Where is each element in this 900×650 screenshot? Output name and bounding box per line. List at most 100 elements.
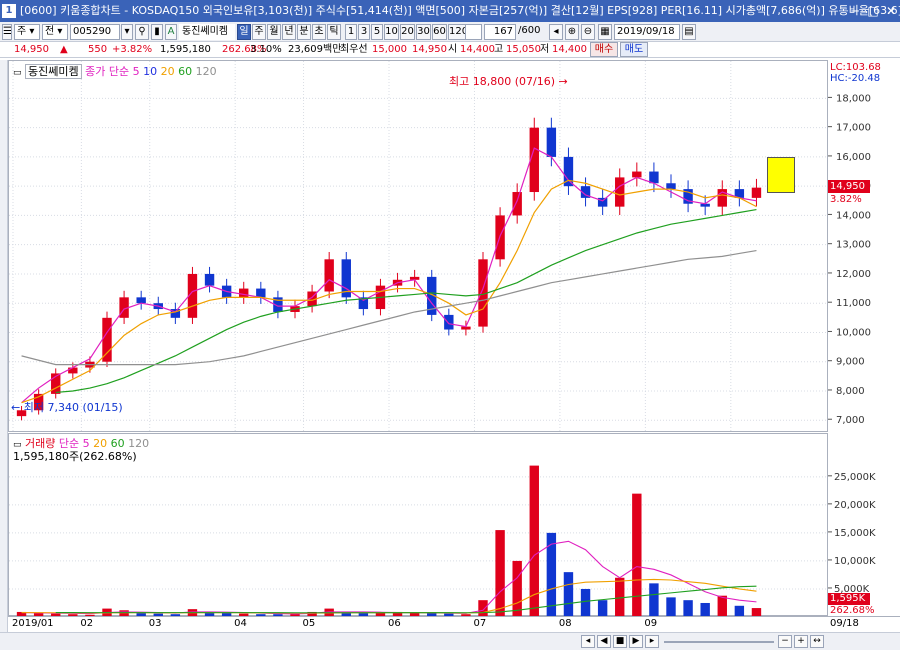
interval-button-1[interactable]: 1 [345,24,357,40]
period-button-5[interactable]: 초 [312,24,326,40]
trade-amount: 23,609백만 [288,44,342,55]
maximize-button[interactable]: □ [866,4,880,18]
ma-legend-10: 10 [143,65,158,78]
volume-chart-panel[interactable]: ▭ 거래량 단순 5 20 60 120 1,595,180주(262.68%) [8,433,829,617]
candle-body [666,183,676,190]
zoom-slider-track[interactable] [664,641,774,643]
zoom-out-icon[interactable]: ⊖ [581,24,595,40]
zoom-plus-icon[interactable]: + [794,635,808,648]
market-select-value: 주 [17,26,27,37]
interval-button-60[interactable]: 60 [432,24,447,40]
period-button-1[interactable]: 주 [252,24,266,40]
quote-row: 14,950 ▲ 550 +3.82% 1,595,180 262.68% 3.… [0,42,900,58]
period-button-4[interactable]: 분 [297,24,311,40]
interval-button-20[interactable]: 20 [400,24,415,40]
date-tick-label: 03 [148,618,162,629]
date-axis[interactable]: 2019/01 02 03 04 05 06 07 08 09 09/18 [8,616,900,632]
zoom-in-icon[interactable]: ⊕ [565,24,579,40]
scroll-left-icon[interactable]: ◂ [549,24,563,40]
stock-tag-icon[interactable]: A [165,24,177,40]
date-input[interactable]: 2019/09/18 [614,24,680,40]
volume-ma-line-20 [21,578,757,614]
buy-button[interactable]: 매수 [590,42,618,57]
legend-toggle-icon[interactable]: ▭ [13,68,22,78]
calendar-picker-icon[interactable]: ▤ [682,24,696,40]
date-tick-label: 05 [302,618,316,629]
interval-button-5[interactable]: 5 [371,24,383,40]
high-label: 고 [494,44,504,55]
volume-bar [666,597,676,617]
best-ask-label: 최우선 [340,44,368,55]
calendar-icon[interactable]: ▦ [598,24,612,40]
search-icon[interactable]: ⚲ [135,24,149,40]
zoom-minus-icon[interactable]: − [778,635,792,648]
ma-legend-120: 120 [195,65,217,78]
candle-body [68,367,78,374]
window-titlebar[interactable]: 1 [0600] 키움종합차트 - KOSDAQ150 외국인보유[3,103(… [0,0,900,22]
volume-bar [495,530,505,617]
period-button-6[interactable]: 틱 [327,24,341,40]
high-annotation: 최고 18,800 (07/16) → [449,75,568,88]
right-price-axis[interactable]: 7,000 8,000 9,000 10,000 11,000 12,000 13,000 1… [828,60,900,616]
candle-body [512,192,522,216]
high-annotation-text: 최고 18,800 (07/16) [449,75,556,88]
price-axis-label: 7,000 [836,415,865,426]
volume-axis-label: 20,000K [834,500,876,511]
price-change: 550 [88,44,108,55]
price-axis-label: 17,000 [836,123,871,134]
candle-body [239,288,249,298]
price-axis-label: 10,000 [836,327,871,338]
current-volume-pct: 262.68% [830,605,875,616]
current-pct-marker: 3.82% [830,194,862,205]
stock-name: 동진쎄미켐 [179,24,235,40]
price-axis-label: 12,000 [836,269,871,280]
scroll-last-icon[interactable]: ▸ [645,635,659,648]
ma-line-20 [21,179,757,404]
close-button[interactable]: ✕ [884,4,898,18]
ma-legend-5: 5 [132,65,140,78]
sell-button[interactable]: 매도 [620,42,648,57]
interval-button-120[interactable]: 120 [448,24,466,40]
price-axis-label: 16,000 [836,152,871,163]
code-dropdown-icon[interactable]: ▾ [121,24,133,40]
app-icon[interactable]: 1 [2,4,16,18]
right-axis-svg: 7,000 8,000 9,000 10,000 11,000 12,000 13,000 1… [828,93,876,595]
chart-toolbar: ☰ 주 ▾ 전 ▾ 005290 ▾ ⚲ ▮ A 동진쎄미켐 ▾ 167 /60… [0,22,900,42]
stock-code-input[interactable]: 005290 [70,24,120,40]
stop-icon[interactable]: ■ [613,635,627,648]
scroll-next-icon[interactable]: ▶ [629,635,643,648]
low-annotation-text: 최저 7,340 (01/15) [23,401,123,414]
low-annotation: ← 최저 7,340 (01/15) [11,401,123,414]
scroll-prev-icon[interactable]: ◀ [597,635,611,648]
price-change-pct: +3.82% [112,44,153,55]
scope-select[interactable]: 전 ▾ [42,24,68,40]
date-tick-label: 08 [558,618,572,629]
scroll-first-icon[interactable]: ◂ [581,635,595,648]
mini-chart-icon[interactable]: ▮ [151,24,163,40]
volume-ma-line-5 [21,540,757,615]
interval-button-3[interactable]: 3 [358,24,370,40]
fit-screen-icon[interactable]: ↔ [810,635,824,648]
ma-legend-20: 20 [160,65,175,78]
interval-button-10[interactable]: 10 [384,24,399,40]
date-tick-label: 2019/01 [12,618,54,629]
current-price: 14,950 [14,44,49,55]
minimize-button[interactable]: ─ [848,4,862,18]
data-count-input[interactable]: 167 [484,24,516,40]
data-count-total: /600 [518,25,541,36]
candle-body [546,127,557,157]
high-price: 15,050 [506,44,541,55]
price-chart-panel[interactable]: ▭ 동진쎄미켐 종가 단순 5 10 20 60 120 최고 18,800 (… [8,60,829,433]
price-chart-svg[interactable] [9,61,829,433]
settings-toggle-icon[interactable]: ☰ [2,24,12,40]
interval-button-30[interactable]: 30 [416,24,431,40]
market-select[interactable]: 주 ▾ [14,24,40,40]
price-axis-label: 14,000 [836,210,871,221]
ma-legend-60: 60 [178,65,193,78]
volume-bar [717,595,727,617]
next-candle-highlight [767,157,795,193]
period-button-2[interactable]: 월 [267,24,281,40]
window-title: [0600] 키움종합차트 - KOSDAQ150 외국인보유[3,103(천)… [20,4,900,17]
period-button-3[interactable]: 년 [282,24,296,40]
period-button-0[interactable]: 일 [237,24,251,40]
